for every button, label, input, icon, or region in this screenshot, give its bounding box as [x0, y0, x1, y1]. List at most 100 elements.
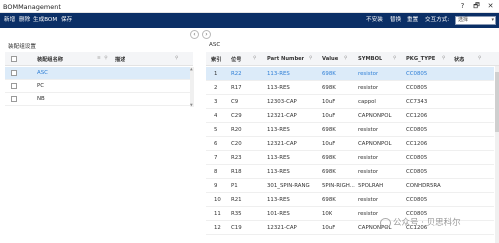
vertical-scrollbar[interactable]: ▲ ▼ — [190, 67, 194, 107]
part-number: 113-RES — [267, 155, 290, 161]
wechat-icon — [380, 217, 391, 228]
scrollbar-thumb[interactable] — [495, 72, 499, 132]
row-checkbox[interactable] — [11, 70, 17, 76]
generate-bom-button[interactable]: 生成BOM — [33, 13, 57, 28]
symbol: CAPNONPOL — [358, 141, 392, 147]
row-index: 11 — [214, 211, 221, 217]
header-pkg-type[interactable]: PKG_TYPE — [406, 56, 435, 62]
chevron-down-icon: ▾ — [491, 17, 494, 23]
pkg-type: CC1206 — [406, 113, 428, 119]
replace-button[interactable]: 替换 — [390, 13, 401, 28]
table-row[interactable]: 9 P1 301_SPIN-RANG 5PIN-RIGH... 5POLRAH CONHD… — [206, 179, 494, 193]
value: 698K — [322, 71, 336, 77]
value: 10uF — [322, 113, 336, 119]
not-install-button[interactable]: 不安装 — [366, 13, 383, 28]
refdes: R20 — [231, 127, 242, 133]
interaction-mode-select[interactable]: 选择 ▾ — [455, 16, 496, 25]
symbol: cappol — [358, 99, 376, 105]
table-row[interactable]: 3 C9 12303-CAP 10uF cappol CC7343 — [206, 95, 494, 109]
group-name: PC — [37, 83, 45, 89]
pkg-type: CONHDR5RA — [406, 183, 441, 189]
scroll-down-icon[interactable]: ▼ — [190, 103, 193, 107]
row-checkbox[interactable] — [11, 83, 17, 89]
watermark-text: 公众号 · 贝思科尔 — [393, 218, 461, 228]
collapse-left-button[interactable]: ‹ — [190, 30, 199, 39]
delete-button[interactable]: 删除 — [19, 13, 30, 28]
title-bar: BOMManagement ? 🗗 ✕ — [0, 0, 499, 13]
part-number: 12321-CAP — [267, 113, 297, 119]
search-icon[interactable]: ⚲ — [344, 56, 348, 61]
table-row[interactable]: 6 C20 12321-CAP 10uF CAPNONPOL CC1206 — [206, 137, 494, 151]
interaction-mode-label: 交互方式: — [425, 17, 450, 23]
row-index: 8 — [214, 169, 218, 175]
value: 698K — [322, 169, 336, 175]
save-button[interactable]: 保存 — [61, 13, 72, 28]
value: 10K — [322, 211, 333, 217]
header-refdes[interactable]: 位号 — [231, 56, 241, 63]
row-index: 12 — [214, 225, 221, 231]
close-icon[interactable]: ✕ — [485, 1, 496, 12]
list-item[interactable]: NB — [5, 93, 193, 106]
value: 10uF — [322, 225, 336, 231]
refdes: C20 — [231, 141, 242, 147]
pkg-type: CC0805 — [406, 85, 428, 91]
value: 698K — [322, 155, 336, 161]
part-number: 12321-CAP — [267, 225, 297, 231]
refdes: R21 — [231, 197, 242, 203]
table-row[interactable]: 2 R17 113-RES 698K resistor CC0805 — [206, 81, 494, 95]
help-icon[interactable]: ? — [457, 1, 468, 12]
pkg-type: CC0805 — [406, 197, 428, 203]
table-row[interactable]: 4 C29 12321-CAP 10uF CAPNONPOL CC1206 — [206, 109, 494, 123]
refdes: C29 — [231, 113, 242, 119]
refdes: R23 — [231, 155, 242, 161]
header-index[interactable]: 索引 — [211, 56, 221, 63]
header-status[interactable]: 状态 — [454, 56, 464, 63]
search-icon[interactable]: ⚲ — [442, 56, 446, 61]
grid-header: 索引 位号 ⚲ Part Number ⚲ Value ⚲ SYMBOL ⚲ P… — [206, 52, 499, 66]
header-part-number[interactable]: Part Number — [267, 56, 304, 62]
table-row[interactable]: 7 R23 113-RES 698K resistor CC0805 — [206, 151, 494, 165]
refdes: R17 — [231, 85, 242, 91]
value: 698K — [322, 85, 336, 91]
group-name: NB — [37, 96, 45, 102]
header-value[interactable]: Value — [322, 56, 338, 62]
search-icon[interactable]: ⚲ — [309, 56, 313, 61]
search-icon[interactable]: ⚲ — [393, 56, 397, 61]
table-row[interactable]: 1 R22 113-RES 698K resistor CC0805 — [206, 67, 494, 81]
row-index: 6 — [214, 141, 218, 147]
part-number: 113-RES — [267, 169, 290, 175]
filter-icon[interactable]: ≡ ⚲ — [97, 56, 109, 61]
list-item[interactable]: PC — [5, 80, 193, 93]
symbol: resistor — [358, 169, 379, 175]
grid-header: 装配组名称 ≡ ⚲ 描述 ⚲ — [5, 52, 193, 66]
pkg-type: CC0805 — [406, 155, 428, 161]
header-name[interactable]: 装配组名称 — [37, 56, 63, 63]
header-desc[interactable]: 描述 — [115, 56, 125, 63]
scroll-up-icon[interactable]: ▲ — [190, 67, 193, 71]
symbol: resistor — [358, 85, 379, 91]
add-button[interactable]: 新增 — [4, 13, 15, 28]
refdes: C9 — [231, 99, 239, 105]
search-icon[interactable]: ⚲ — [253, 56, 257, 61]
group-name: ASC — [37, 70, 48, 76]
part-number: 101-RES — [267, 211, 290, 217]
search-icon[interactable]: ⚲ — [478, 56, 482, 61]
select-all-checkbox[interactable] — [11, 56, 17, 62]
pkg-type: CC0805 — [406, 127, 428, 133]
symbol: resistor — [358, 71, 379, 77]
toolbar: 新增 删除 生成BOM 保存 不安装 替换 重置 交互方式: 选择 ▾ — [0, 13, 499, 28]
table-row[interactable]: 10 R21 113-RES 698K resistor CC0805 — [206, 193, 494, 207]
left-panel-title: 装配组设置 — [8, 44, 36, 50]
symbol: resistor — [358, 127, 379, 133]
part-number: 12321-CAP — [267, 141, 297, 147]
reset-button[interactable]: 重置 — [407, 13, 418, 28]
row-checkbox[interactable] — [11, 96, 17, 102]
collapse-right-button[interactable]: › — [202, 30, 211, 39]
list-item[interactable]: ASC — [5, 67, 193, 80]
search-icon[interactable]: ⚲ — [175, 56, 179, 61]
header-symbol[interactable]: SYMBOL — [358, 56, 382, 62]
table-row[interactable]: 8 R18 113-RES 698K resistor CC0805 — [206, 165, 494, 179]
restore-icon[interactable]: 🗗 — [471, 1, 482, 12]
table-row[interactable]: 5 R20 113-RES 698K resistor CC0805 — [206, 123, 494, 137]
bom-grid: 索引 位号 ⚲ Part Number ⚲ Value ⚲ SYMBOL ⚲ P… — [206, 52, 499, 243]
